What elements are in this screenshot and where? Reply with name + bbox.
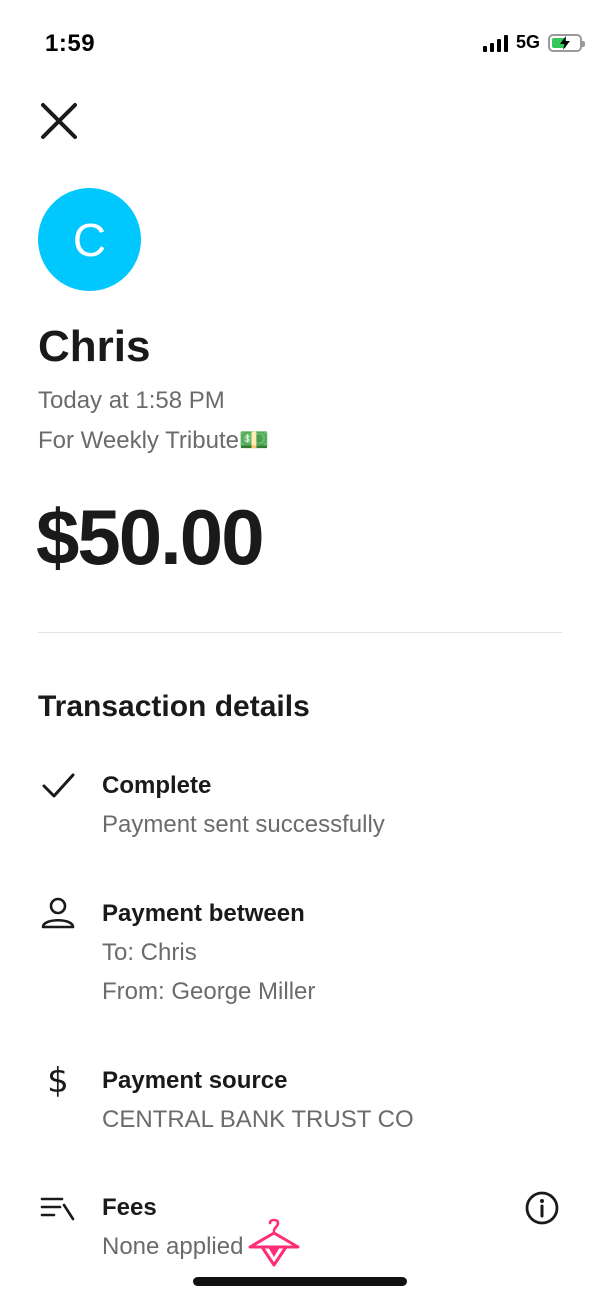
payment-note: For Weekly Tribute💵 [38, 427, 269, 454]
section-title: Transaction details [38, 690, 310, 723]
battery-charging-icon [548, 33, 585, 52]
status-title: Complete [102, 772, 212, 799]
status-bar: 1:59 5G [0, 0, 600, 88]
payment-amount: $50.00 [36, 493, 265, 581]
fees-title: Fees [102, 1194, 157, 1221]
avatar[interactable]: C [38, 188, 141, 291]
fees-info-button[interactable] [524, 1190, 560, 1226]
dollar-icon: $ [47, 1061, 69, 1101]
checkmark-icon [38, 766, 78, 806]
network-type: 5G [515, 32, 540, 52]
person-icon [38, 894, 78, 934]
fees-subtitle: None applied [102, 1233, 244, 1260]
avatar-initial: C [72, 213, 107, 266]
payment-source-bank: CENTRAL BANK TRUST CO [102, 1106, 414, 1133]
transaction-timestamp: Today at 1:58 PM [38, 387, 225, 414]
cellular-signal-icon [482, 34, 508, 52]
close-button[interactable] [38, 100, 80, 142]
close-icon [41, 103, 77, 139]
status-indicators: 5G [482, 32, 585, 53]
status-subtitle: Payment sent successfully [102, 811, 385, 838]
payment-from: From: George Miller [102, 978, 316, 1005]
payment-between-title: Payment between [102, 900, 305, 927]
divider [38, 632, 562, 633]
status-time: 1:59 [45, 30, 96, 57]
fees-list-icon [38, 1188, 78, 1228]
hanger-overlay-icon [246, 1217, 302, 1273]
payment-to: To: Chris [102, 939, 197, 966]
payment-source-title: Payment source [102, 1067, 288, 1094]
recipient-name: Chris [38, 322, 151, 371]
home-indicator[interactable] [193, 1277, 407, 1286]
info-icon [525, 1191, 559, 1225]
